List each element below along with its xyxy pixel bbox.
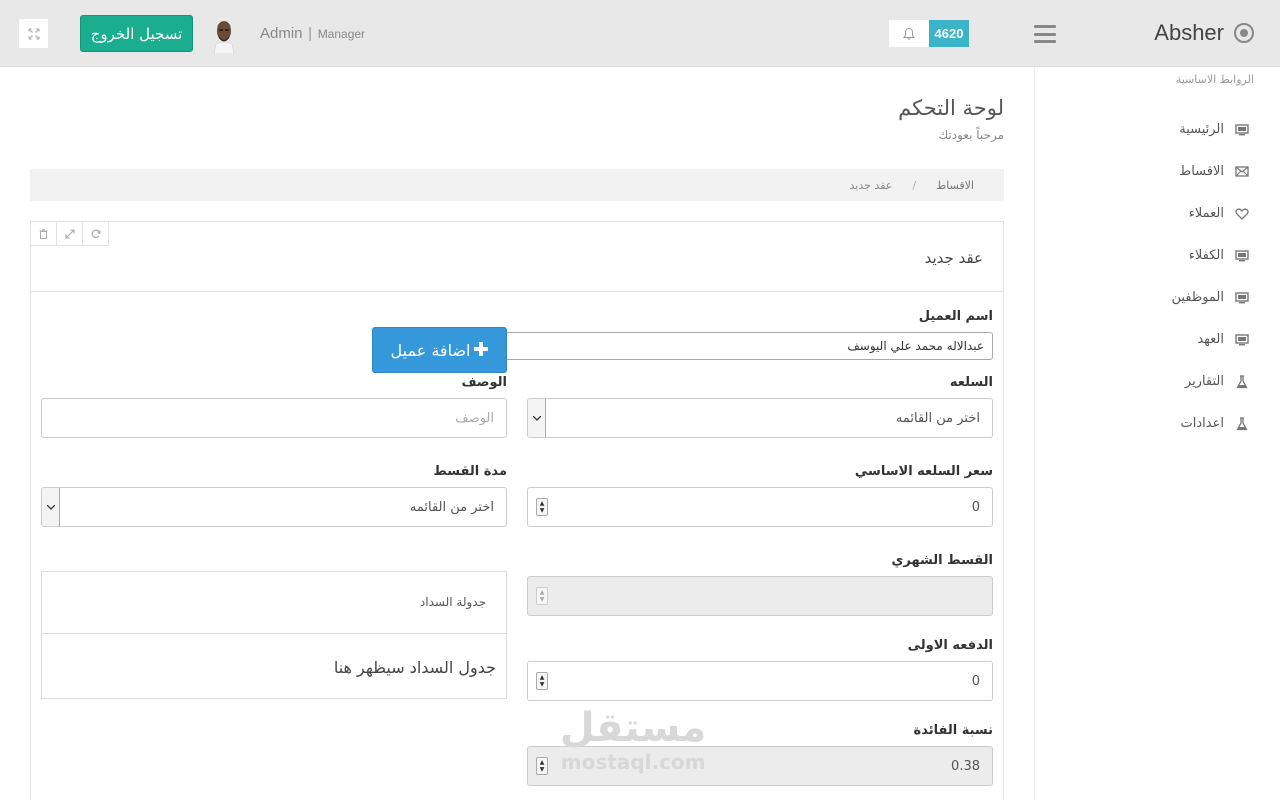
sidebar-item-guarantors[interactable]: الكفلاء — [1189, 248, 1250, 263]
monitor-icon — [1234, 249, 1250, 263]
logout-button[interactable]: تسجيل الخروج — [80, 15, 193, 52]
number-stepper[interactable]: ▲ ▼ — [536, 498, 548, 516]
installment-period-select[interactable]: اختر من القائمه — [41, 487, 507, 527]
trash-icon[interactable] — [31, 222, 57, 246]
number-stepper: ▲ ▼ — [536, 757, 548, 775]
chevron-down-icon — [528, 399, 546, 437]
avatar[interactable] — [211, 14, 237, 55]
schedule-placeholder: جدول السداد سيظهر هنا — [333, 658, 496, 677]
notification-count-badge[interactable]: 4620 — [929, 20, 969, 47]
plus-icon — [474, 341, 489, 360]
brand-name: Absher — [1154, 20, 1224, 45]
breadcrumb-separator: / — [912, 178, 917, 192]
description-input[interactable]: الوصف — [41, 398, 507, 438]
payment-schedule-box: جدولة السداد جدول السداد سيظهر هنا — [41, 571, 507, 699]
base-price-label: سعر السلعه الاساسي — [854, 464, 993, 479]
sidebar-item-label: العملاء — [1188, 206, 1224, 221]
sidebar-item-reports[interactable]: التقارير — [1185, 374, 1250, 389]
flask-icon — [1234, 374, 1250, 389]
brand[interactable]: Absher — [1154, 20, 1254, 46]
client-select[interactable]: عبدالاله محمد علي اليوسف — [480, 332, 993, 360]
sidebar-item-label: الكفلاء — [1188, 248, 1224, 263]
page-subtitle: مرحباً بعودتك — [938, 128, 1004, 142]
sidebar-item-employees[interactable]: الموظفين — [1171, 290, 1250, 305]
monthly-installment-label: القسط الشهري — [891, 553, 993, 568]
heart-icon — [1234, 207, 1250, 221]
sidebar-item-clients[interactable]: العملاء — [1189, 206, 1250, 221]
installment-period-label: مدة القسط — [433, 464, 507, 479]
sidebar-item-label: التقارير — [1184, 374, 1224, 389]
interest-rate-value: 0.38 — [951, 758, 980, 774]
monitor-icon — [1234, 123, 1250, 137]
add-client-label: اضافة عميل — [390, 340, 471, 360]
description-label: الوصف — [461, 375, 507, 390]
fullscreen-icon[interactable] — [19, 19, 48, 48]
flask-icon — [1234, 416, 1250, 431]
user-info[interactable]: Admin | Manager — [260, 25, 365, 42]
interest-rate-input: 0.38 ▲ ▼ — [527, 746, 993, 786]
refresh-icon[interactable] — [83, 222, 109, 246]
sidebar-item-label: اعدادات — [1180, 416, 1224, 431]
first-payment-input[interactable]: 0 ▲ ▼ — [527, 661, 993, 701]
client-label: اسم العميل — [918, 309, 993, 324]
product-label: السلعه — [949, 375, 993, 390]
first-payment-value: 0 — [971, 673, 980, 689]
client-select-value: عبدالاله محمد علي اليوسف — [847, 339, 984, 353]
sidebar: الروابط الاساسية الرئيسية الاقساط العملا… — [1034, 67, 1280, 800]
panel-divider — [31, 291, 1003, 292]
sidebar-item-label: الرئيسية — [1179, 122, 1224, 137]
number-stepper[interactable]: ▲ ▼ — [536, 672, 548, 690]
sidebar-item-label: الاقساط — [1179, 164, 1224, 179]
interest-rate-label: نسبة الفائدة — [913, 723, 993, 738]
target-icon — [1234, 23, 1254, 43]
product-select[interactable]: اختر من القائمه — [527, 398, 993, 438]
monthly-installment-input: ▲ ▼ — [527, 576, 993, 616]
user-separator: | — [308, 25, 313, 42]
first-payment-label: الدفعه الاولى — [907, 638, 993, 653]
sidebar-item-label: العهد — [1197, 332, 1224, 347]
chevron-down-icon — [42, 488, 60, 526]
number-stepper: ▲ ▼ — [536, 587, 548, 605]
user-name: Admin — [260, 25, 303, 42]
monitor-icon — [1234, 291, 1250, 305]
sidebar-item-label: الموظفين — [1171, 290, 1224, 305]
envelope-icon — [1234, 165, 1250, 179]
panel-title: عقد جديد — [924, 249, 983, 267]
page-title: لوحة التحكم — [898, 96, 1004, 120]
breadcrumb-link-installments[interactable]: الاقساط — [936, 179, 974, 192]
product-select-value: اختر من القائمه — [895, 410, 980, 426]
panel-tools — [31, 222, 109, 246]
user-role: Manager — [317, 27, 366, 41]
bell-icon[interactable] — [889, 20, 929, 47]
base-price-input[interactable]: 0 ▲ ▼ — [527, 487, 993, 527]
sidebar-item-home[interactable]: الرئيسية — [1179, 122, 1250, 137]
expand-icon[interactable] — [57, 222, 83, 246]
description-placeholder: الوصف — [455, 410, 494, 426]
sidebar-item-settings[interactable]: اعدادات — [1181, 416, 1250, 431]
menu-toggle-icon[interactable] — [1034, 25, 1056, 43]
schedule-divider — [42, 633, 506, 634]
breadcrumb: الاقساط / عقد جديد — [30, 169, 1004, 201]
sidebar-item-installments[interactable]: الاقساط — [1179, 164, 1250, 179]
sidebar-item-custody[interactable]: العهد — [1197, 332, 1250, 347]
sidebar-heading: الروابط الاساسية — [1175, 73, 1254, 86]
add-client-button[interactable]: اضافة عميل — [372, 327, 507, 373]
breadcrumb-current: عقد جديد — [849, 178, 893, 192]
top-header: Absher 4620 Admin | Manager تسجيل الخروج — [0, 0, 1280, 67]
schedule-heading: جدولة السداد — [419, 595, 486, 609]
monitor-icon — [1234, 333, 1250, 347]
base-price-value: 0 — [971, 499, 980, 515]
installment-period-value: اختر من القائمه — [409, 499, 494, 515]
